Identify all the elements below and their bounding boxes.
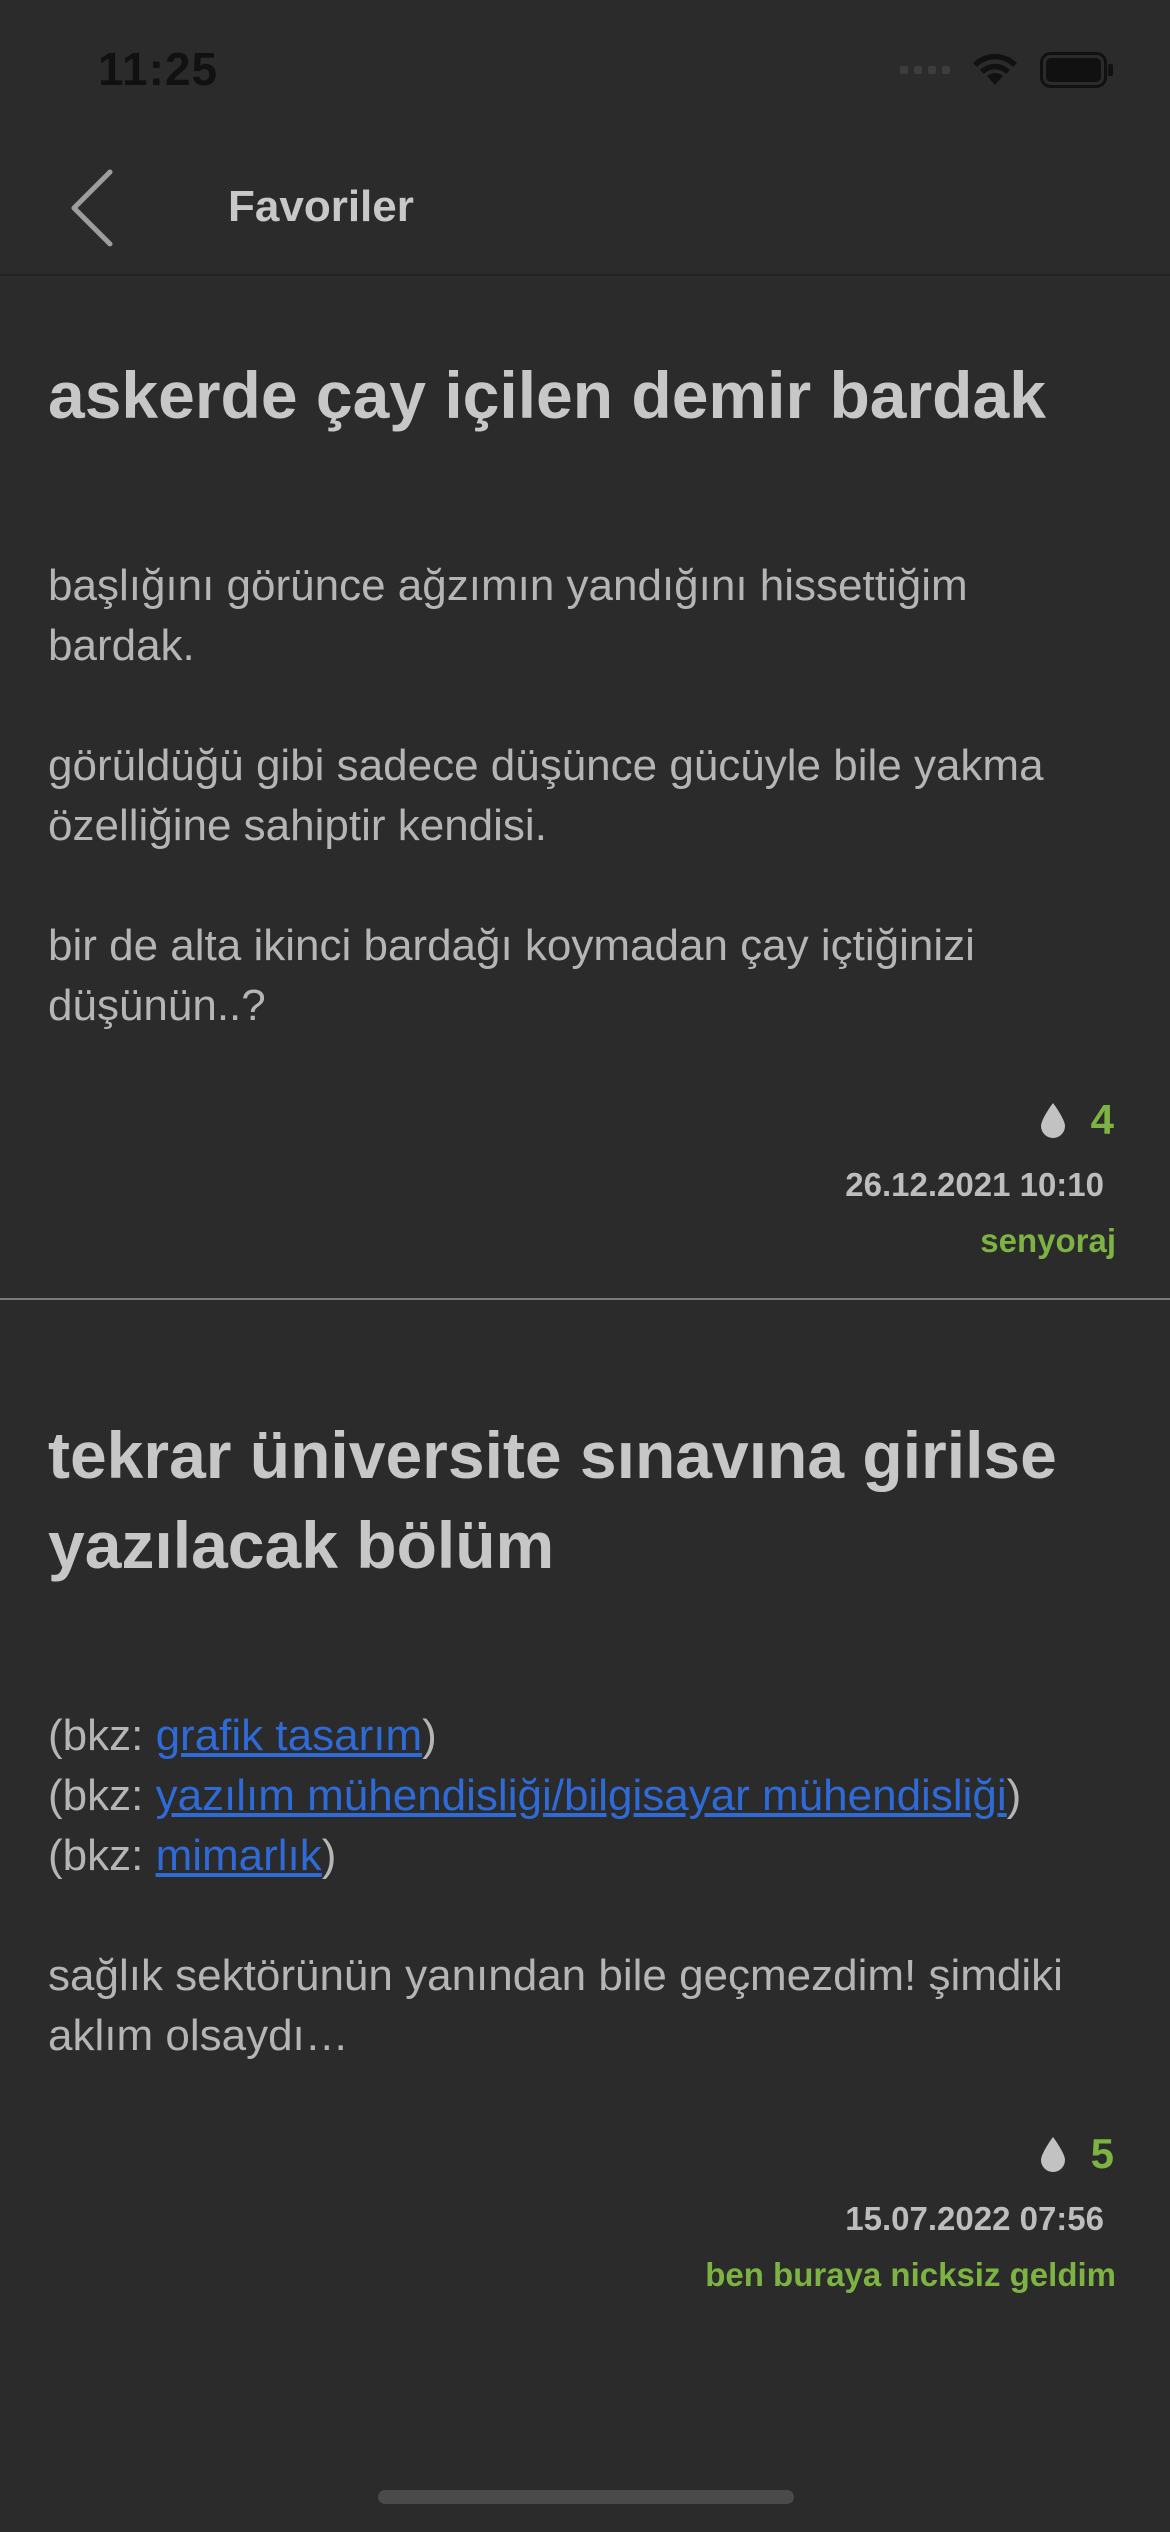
- entry-date: 26.12.2021 10:10: [845, 1166, 1104, 1203]
- bkz-line: (bkz: yazılım mühendisliği/bilgisayar mü…: [48, 1771, 1022, 1820]
- entry-paragraph: sağlık sektörünün yanından bile geçmezdi…: [48, 1951, 1063, 2060]
- entry-author[interactable]: ben buraya nicksiz geldim: [705, 2256, 1116, 2294]
- entry-title[interactable]: tekrar üniversite sınavına girilse yazıl…: [48, 1410, 1122, 1590]
- favorite-row[interactable]: 5: [705, 2130, 1114, 2178]
- entry-meta: 5 15.07.2022 07:56 ben buraya nicksiz ge…: [705, 2130, 1116, 2294]
- status-bar: 11:25: [0, 0, 1170, 140]
- entry-author[interactable]: senyoraj: [845, 1222, 1116, 1260]
- entry-body: (bkz: grafik tasarım) (bkz: yazılım mühe…: [48, 1706, 1122, 2066]
- cellular-signal-icon: [900, 66, 950, 74]
- entry-paragraph: bir de alta ikinci bardağı koymadan çay …: [48, 921, 975, 1030]
- bkz-link[interactable]: mimarlık: [156, 1831, 322, 1880]
- page-title: Favoriler: [228, 182, 414, 231]
- entry-body: başlığını görünce ağzımın yandığını hiss…: [48, 556, 1122, 1036]
- entry-paragraph: görüldüğü gibi sadece düşünce gücüyle bi…: [48, 741, 1044, 850]
- battery-icon: [1040, 52, 1113, 88]
- entry-paragraph: başlığını görünce ağzımın yandığını hiss…: [48, 561, 968, 670]
- chevron-left-icon: [71, 169, 113, 247]
- home-indicator[interactable]: [378, 2490, 794, 2504]
- drop-icon[interactable]: [1039, 1101, 1067, 1139]
- bkz-line: (bkz: mimarlık): [48, 1831, 337, 1880]
- bkz-link[interactable]: yazılım mühendisliği/bilgisayar mühendis…: [156, 1771, 1007, 1820]
- favorite-count: 4: [1090, 1096, 1114, 1143]
- status-time: 11:25: [98, 43, 219, 95]
- navigation-bar: Favoriler: [0, 140, 1170, 276]
- entry-date: 15.07.2022 07:56: [845, 2200, 1104, 2237]
- wifi-icon: [973, 53, 1017, 85]
- bkz-line: (bkz: grafik tasarım): [48, 1711, 437, 1760]
- bkz-link[interactable]: grafik tasarım: [156, 1711, 423, 1760]
- status-icons: [900, 52, 1114, 88]
- favorite-row[interactable]: 4: [845, 1096, 1114, 1144]
- back-button[interactable]: [62, 168, 132, 248]
- entry-card: tekrar üniversite sınavına girilse yazıl…: [0, 1410, 1170, 2066]
- drop-icon[interactable]: [1039, 2135, 1067, 2173]
- entry-divider: [0, 1298, 1170, 1300]
- entry-meta: 4 26.12.2021 10:10 senyoraj: [845, 1096, 1116, 1260]
- favorite-count: 5: [1090, 2130, 1114, 2177]
- entry-card: askerde çay içilen demir bardak başlığın…: [0, 350, 1170, 1036]
- entry-title[interactable]: askerde çay içilen demir bardak: [48, 350, 1122, 440]
- bkz-block: (bkz: grafik tasarım) (bkz: yazılım mühe…: [48, 1706, 1122, 1886]
